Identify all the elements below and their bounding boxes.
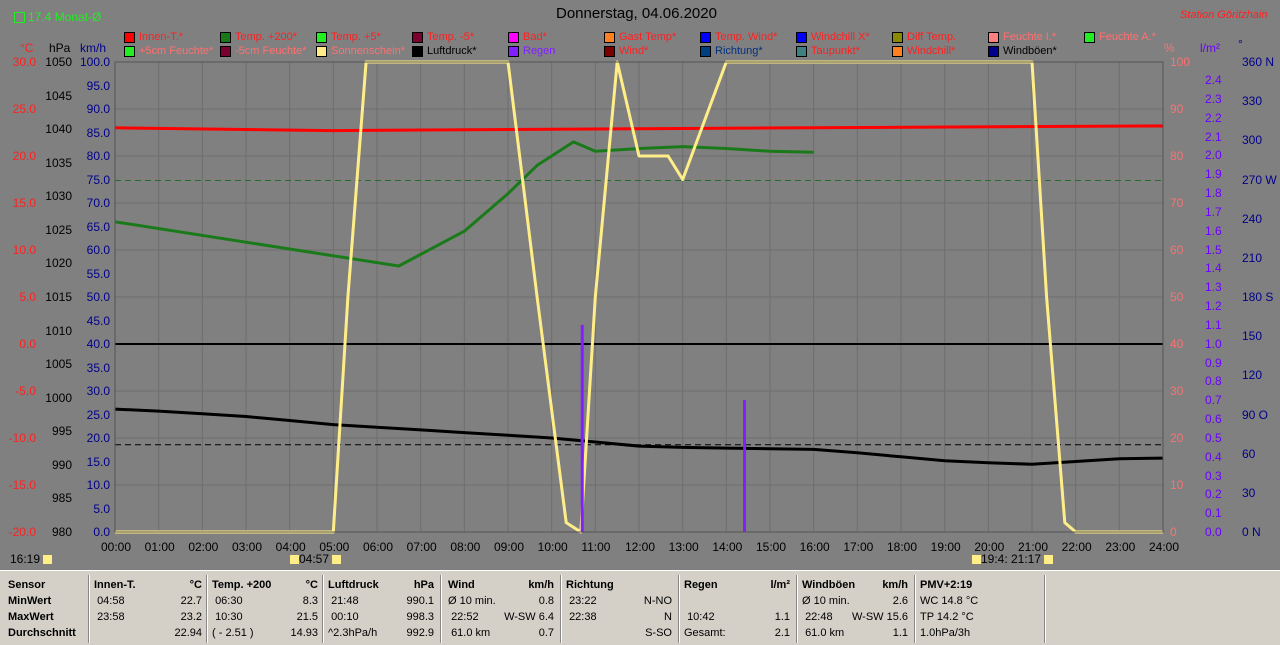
stats-pressure-max: 998.3 bbox=[406, 611, 434, 623]
stats-gust-heading: Windböen bbox=[802, 579, 856, 591]
stats-innen-min: 22.7 bbox=[180, 595, 202, 607]
stats-gust-distance: 61.0 km bbox=[805, 627, 845, 639]
stats-wind-avg10-value: 0.8 bbox=[538, 595, 554, 607]
stats-gust-avg10: Ø 10 min. bbox=[802, 595, 850, 607]
stats-pressure-avg: 992.9 bbox=[406, 627, 434, 639]
stats-pmv-column: PMV+2:19 WC 14.8 °C TP 14.2 °C 1.0hPa/3h bbox=[920, 577, 1040, 641]
stats-pressure-max-time: 00:10 bbox=[331, 611, 359, 623]
stats-wind-max: W-SW 6.4 bbox=[504, 611, 554, 623]
stats-direction-max: N bbox=[664, 611, 672, 623]
plot-area bbox=[114, 60, 1164, 534]
stats-temp200-trend: ( - 2.51 ) bbox=[212, 627, 254, 639]
stats-gust-max-time: 22:48 bbox=[805, 611, 833, 623]
stats-rain-column: Regen l/m² 10:42 1.1 Gesamt: 2.1 bbox=[684, 577, 790, 641]
stats-gust-max: W-SW 15.6 bbox=[851, 611, 908, 623]
stats-pressure-trend: ^2.3hPa/h bbox=[328, 627, 378, 639]
stats-pressure-column: Luftdruck hPa 21:48 990.1 00:10 998.3 ^2.3h… bbox=[328, 577, 434, 641]
stats-rain-total-label: Gesamt: bbox=[684, 627, 726, 639]
stats-avg-label: Durchschnitt bbox=[8, 627, 76, 639]
stats-direction-max-time: 22:38 bbox=[569, 611, 597, 623]
stats-wind-column: Wind km/h Ø 10 min. 0.8 22:52 W-SW 6.4 61.0… bbox=[448, 577, 554, 641]
stats-sensor-column: Sensor MinWert MaxWert Durchschnitt bbox=[8, 577, 88, 641]
stats-temp200-avg: 14.93 bbox=[290, 627, 318, 639]
stats-rain-max: 1.1 bbox=[774, 611, 790, 623]
stats-min-label: MinWert bbox=[8, 595, 52, 607]
stats-innen-unit: °C bbox=[189, 579, 202, 591]
stats-temp200-max-time: 10:30 bbox=[215, 611, 243, 623]
stats-wind-heading: Wind bbox=[448, 579, 475, 591]
stats-gust-avg10-value: 2.6 bbox=[892, 595, 908, 607]
stats-pressure-unit: hPa bbox=[413, 579, 434, 591]
stats-temp200-unit: °C bbox=[305, 579, 318, 591]
stats-direction-min: N-NO bbox=[643, 595, 672, 607]
stats-innen-min-time: 04:58 bbox=[97, 595, 125, 607]
stats-innen-heading: Innen-T. bbox=[94, 579, 136, 591]
chart-panel: 17.4 Monat-Ø Donnerstag, 04.06.2020 Stat… bbox=[0, 0, 1280, 570]
stats-rain-heading: Regen bbox=[684, 579, 718, 591]
stats-max-label: MaxWert bbox=[8, 611, 54, 623]
stats-temp200-min-time: 06:30 bbox=[215, 595, 243, 607]
stats-pmv-windchill: WC 14.8 °C bbox=[920, 595, 979, 607]
stats-pressure-min: 990.1 bbox=[406, 595, 434, 607]
stats-temp200-column: Temp. +200 °C 06:30 8.3 10:30 21.5 ( - 2.51… bbox=[212, 577, 318, 641]
moonset-time: 19:4: bbox=[972, 553, 1008, 565]
stats-gust-column: Windböen km/h Ø 10 min. 2.6 22:48 W-SW 15.6… bbox=[802, 577, 908, 641]
stats-direction-avg: S-SO bbox=[645, 627, 672, 639]
stats-wind-avg10: Ø 10 min. bbox=[448, 595, 496, 607]
stats-wind-max-time: 22:52 bbox=[451, 611, 479, 623]
stats-direction-column: Richtung 23:22 N-NO 22:38 N S-SO bbox=[566, 577, 672, 641]
stats-innen-column: Innen-T. °C 04:58 22.7 23:58 23.2 22.94 bbox=[94, 577, 202, 641]
stats-pressure-min-time: 21:48 bbox=[331, 595, 359, 607]
current-time: 16:19 bbox=[10, 553, 53, 565]
stats-direction-min-time: 23:22 bbox=[569, 595, 597, 607]
stats-gust-avg: 1.1 bbox=[892, 627, 908, 639]
stats-innen-max: 23.2 bbox=[180, 611, 202, 623]
stats-sensor-heading: Sensor bbox=[8, 579, 46, 591]
stats-wind-unit: km/h bbox=[528, 579, 554, 591]
stats-innen-avg: 22.94 bbox=[174, 627, 202, 639]
stats-rain-max-time: 10:42 bbox=[687, 611, 715, 623]
stats-temp200-max: 21.5 bbox=[296, 611, 318, 623]
stats-gust-unit: km/h bbox=[882, 579, 908, 591]
stats-rain-total: 2.1 bbox=[774, 627, 790, 639]
stats-pmv-dewpoint: TP 14.2 °C bbox=[920, 611, 974, 623]
stats-rain-unit: l/m² bbox=[770, 579, 790, 591]
sunset-time: 21:17 bbox=[1011, 553, 1054, 565]
stats-innen-max-time: 23:58 bbox=[97, 611, 125, 623]
stats-pressure-heading: Luftdruck bbox=[328, 579, 379, 591]
statistics-panel: Sensor MinWert MaxWert Durchschnitt Inne… bbox=[0, 570, 1280, 645]
stats-wind-distance: 61.0 km bbox=[451, 627, 491, 639]
sunrise-time: 04:57 bbox=[290, 553, 342, 565]
stats-wind-avg: 0.7 bbox=[538, 627, 554, 639]
stats-pmv-pressure-trend: 1.0hPa/3h bbox=[920, 627, 971, 639]
stats-direction-heading: Richtung bbox=[566, 579, 614, 591]
stats-pmv-heading: PMV+2:19 bbox=[920, 579, 973, 591]
stats-temp200-heading: Temp. +200 bbox=[212, 579, 272, 591]
stats-temp200-min: 8.3 bbox=[302, 595, 318, 607]
